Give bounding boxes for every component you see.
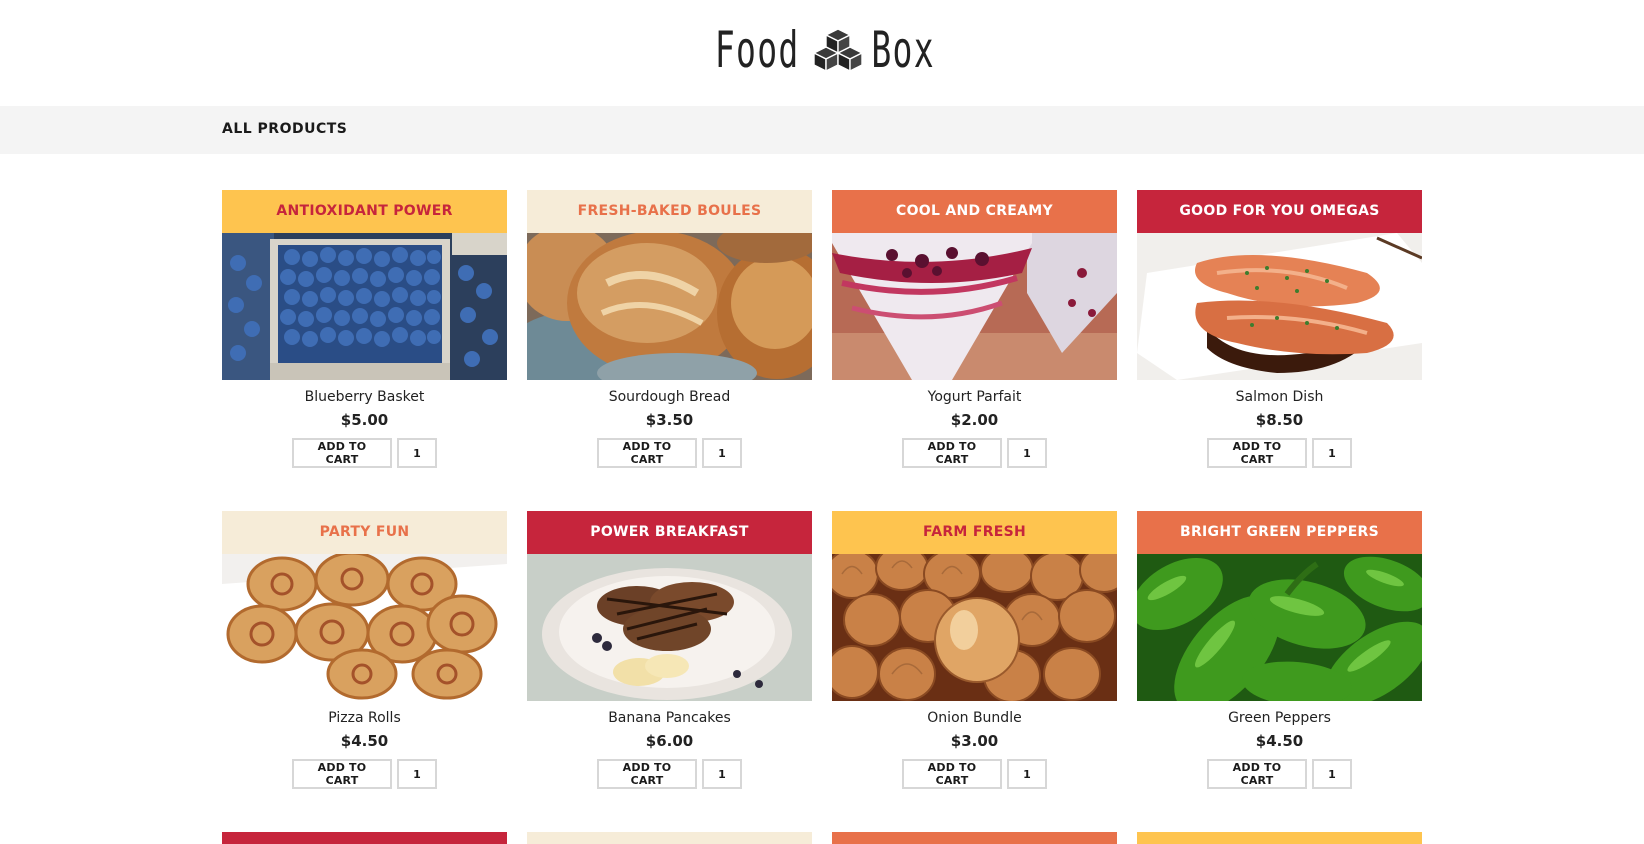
- product-card: PARTY FUN Pizza Rolls $4.50 ADD TO CART …: [222, 511, 507, 789]
- product-name: Green Peppers: [1228, 710, 1331, 726]
- add-to-cart-button[interactable]: ADD TO CART: [1207, 438, 1307, 468]
- bread-image[interactable]: [527, 233, 812, 380]
- product-price: $5.00: [340, 411, 389, 429]
- product-actions: ADD TO CART: [1137, 438, 1422, 468]
- peppers-image[interactable]: [1137, 554, 1422, 701]
- product-price: $8.50: [1255, 411, 1304, 429]
- product-price: $4.50: [1255, 732, 1304, 750]
- quantity-input[interactable]: [702, 759, 742, 789]
- product-banner: ANTIOXIDANT POWER: [222, 190, 507, 233]
- product-card: COOL AND CREAMY Yogurt Parfait $2.00 ADD…: [832, 190, 1117, 468]
- product-name: Banana Pancakes: [608, 710, 731, 726]
- salmon-image[interactable]: [1137, 233, 1422, 380]
- product-actions: ADD TO CART: [832, 438, 1117, 468]
- product-actions: ADD TO CART: [222, 759, 507, 789]
- product-card: BRIGHT GREEN PEPPERS Green Peppers $4.50…: [1137, 511, 1422, 789]
- product-card: GOOD FOR YOU OMEGAS Salmon Dish $8.50 AD…: [1137, 190, 1422, 468]
- product-banner-peek: [527, 832, 812, 844]
- product-banner: FARM FRESH: [832, 511, 1117, 554]
- product-card: FRESH-BAKED BOULES Sourdough Bread $3.50…: [527, 190, 812, 468]
- product-price: $3.00: [950, 732, 999, 750]
- add-to-cart-button[interactable]: ADD TO CART: [597, 759, 697, 789]
- quantity-input[interactable]: [1312, 759, 1352, 789]
- site-logo[interactable]: Food Box: [0, 14, 1644, 86]
- product-actions: ADD TO CART: [222, 438, 507, 468]
- product-name: Blueberry Basket: [304, 389, 425, 405]
- add-to-cart-button[interactable]: ADD TO CART: [902, 759, 1002, 789]
- quantity-input[interactable]: [397, 438, 437, 468]
- quantity-input[interactable]: [1007, 438, 1047, 468]
- product-name: Pizza Rolls: [328, 710, 401, 726]
- product-price: $2.00: [950, 411, 999, 429]
- product-banner: FRESH-BAKED BOULES: [527, 190, 812, 233]
- add-to-cart-button[interactable]: ADD TO CART: [292, 438, 392, 468]
- quantity-input[interactable]: [702, 438, 742, 468]
- product-actions: ADD TO CART: [1137, 759, 1422, 789]
- logo-word-food: Food: [714, 21, 800, 79]
- quantity-input[interactable]: [1007, 759, 1047, 789]
- pizza-rolls-image[interactable]: [222, 554, 507, 701]
- onions-image[interactable]: [832, 554, 1117, 701]
- product-price: $6.00: [645, 732, 694, 750]
- product-name: Yogurt Parfait: [927, 389, 1022, 405]
- product-banner: POWER BREAKFAST: [527, 511, 812, 554]
- yogurt-image[interactable]: [832, 233, 1117, 380]
- pancakes-image[interactable]: [527, 554, 812, 701]
- add-to-cart-button[interactable]: ADD TO CART: [597, 438, 697, 468]
- product-banner-peek: [832, 832, 1117, 844]
- add-to-cart-button[interactable]: ADD TO CART: [1207, 759, 1307, 789]
- logo-word-box: Box: [871, 21, 935, 79]
- product-name: Salmon Dish: [1235, 389, 1324, 405]
- product-card: FARM FRESH Onion Bundle $3.00 ADD TO CAR…: [832, 511, 1117, 789]
- product-banner: GOOD FOR YOU OMEGAS: [1137, 190, 1422, 233]
- product-actions: ADD TO CART: [527, 759, 812, 789]
- product-banner: PARTY FUN: [222, 511, 507, 554]
- product-actions: ADD TO CART: [832, 759, 1117, 789]
- quantity-input[interactable]: [1312, 438, 1352, 468]
- quantity-input[interactable]: [397, 759, 437, 789]
- product-price: $3.50: [645, 411, 694, 429]
- nav-all-products[interactable]: ALL PRODUCTS: [222, 121, 347, 137]
- product-card: POWER BREAKFAST Banana Pancakes $6.00 AD…: [527, 511, 812, 789]
- add-to-cart-button[interactable]: ADD TO CART: [902, 438, 1002, 468]
- product-banner: COOL AND CREAMY: [832, 190, 1117, 233]
- product-price: $4.50: [340, 732, 389, 750]
- product-name: Onion Bundle: [927, 710, 1022, 726]
- product-banner-peek: [222, 832, 507, 844]
- product-card: ANTIOXIDANT POWER Blueberry Basket $5.00…: [222, 190, 507, 468]
- product-banner-peek: [1137, 832, 1422, 844]
- add-to-cart-button[interactable]: ADD TO CART: [292, 759, 392, 789]
- blueberries-image[interactable]: [222, 233, 507, 380]
- product-banner: BRIGHT GREEN PEPPERS: [1137, 511, 1422, 554]
- cubes-icon: [813, 28, 863, 72]
- product-name: Sourdough Bread: [608, 389, 731, 405]
- category-nav: ALL PRODUCTS: [0, 106, 1644, 154]
- site-header: Food Box: [0, 0, 1644, 106]
- product-actions: ADD TO CART: [527, 438, 812, 468]
